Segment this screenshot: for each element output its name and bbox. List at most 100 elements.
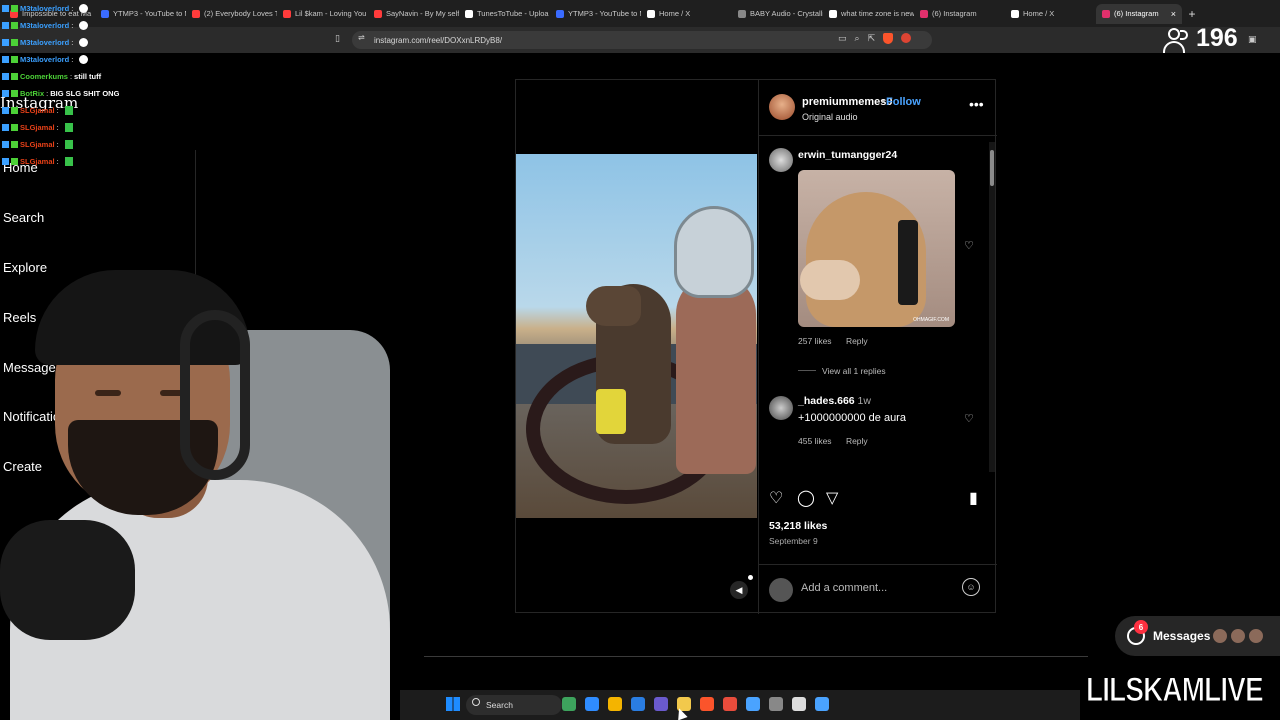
tab-label: YTMP3 - YouTube to M [568, 9, 641, 18]
chat-message: M3taloverlord : [2, 51, 192, 68]
comment-username[interactable]: _hades.666 [798, 395, 855, 407]
audio-label[interactable]: Original audio [802, 112, 858, 122]
chat-text: still tuff [74, 72, 102, 81]
chat-badge-icon [2, 73, 9, 80]
more-options-icon[interactable]: ••• [969, 96, 984, 112]
follow-button[interactable]: Follow [886, 96, 921, 108]
tab-label: BABY Audio - Crystalli [750, 9, 823, 18]
page-divider [424, 656, 1088, 657]
windows-taskbar: Search [400, 690, 1080, 720]
taskbar-app-icon[interactable] [631, 697, 645, 711]
site-settings-icon[interactable]: ⇌ [358, 33, 365, 42]
comment-like-heart-icon[interactable]: ♡ [964, 412, 974, 425]
taskbar-app-icon[interactable] [608, 697, 622, 711]
chat-badge-icon [2, 158, 9, 165]
comment-reply-button[interactable]: Reply [846, 336, 868, 346]
reel-video[interactable] [516, 154, 757, 518]
browser-tab[interactable]: YTMP3 - YouTube to M [550, 4, 641, 24]
browser-tab[interactable]: what time zone is new [823, 4, 914, 24]
comment-text: +1000000000 de aura [798, 412, 906, 424]
tab-label: SayNavin - By My self [386, 9, 459, 18]
zoom-icon[interactable]: ⌕ [855, 33, 860, 44]
comment-likes[interactable]: 257 likes [798, 336, 832, 346]
screen-icon[interactable]: ▭ [838, 33, 847, 44]
brave-shield-icon[interactable] [883, 33, 894, 44]
chat-badge-icon [11, 90, 18, 97]
taskbar-app-icon[interactable] [792, 697, 806, 711]
comment-username-line: _hades.666 1w [798, 395, 871, 407]
tab-favicon-icon [647, 9, 655, 18]
chat-badge-icon [11, 158, 18, 165]
windows-start-icon[interactable] [446, 697, 460, 711]
author-avatar[interactable] [769, 94, 795, 120]
chat-separator: : [56, 106, 59, 115]
chat-badge-icon [2, 141, 9, 148]
taskbar-app-icon[interactable] [769, 697, 783, 711]
browser-tab[interactable]: Lil $kam - Loving You [277, 4, 368, 24]
save-bookmark-icon[interactable]: ▮ [969, 488, 978, 508]
browser-tab[interactable]: (2) Everybody Loves T [186, 4, 277, 24]
comments-list[interactable]: erwin_tumangger24 OHMAGIF.COM ♡ 257 like… [759, 136, 997, 476]
sidebar-toggle-icon[interactable]: ▣ [1248, 34, 1257, 45]
chat-message: SLGjamal : [2, 153, 192, 170]
taskbar-app-icon[interactable] [700, 697, 714, 711]
taskbar-app-icon[interactable] [654, 697, 668, 711]
comments-scroll-thumb[interactable] [990, 150, 994, 186]
taskbar-app-icon[interactable] [746, 697, 760, 711]
comment-box: ☺ [759, 564, 997, 614]
taskbar-search[interactable]: Search [466, 695, 562, 715]
post-likes[interactable]: 53,218 likes [769, 520, 827, 532]
chat-username: SLGjamal [20, 157, 55, 166]
add-comment-input[interactable] [801, 582, 951, 594]
volume-icon[interactable]: ◀ [730, 581, 748, 599]
comments-scrollbar[interactable] [989, 142, 995, 472]
comment-meta: 455 likes Reply [798, 436, 880, 446]
chat-separator: : [56, 157, 59, 166]
taskbar-app-icon[interactable] [585, 697, 599, 711]
browser-tab[interactable]: (6) Instagram × [1096, 3, 1182, 24]
bookmark-icon[interactable]: ▯ [335, 33, 340, 44]
comment-likes[interactable]: 455 likes [798, 436, 832, 446]
browser-tab[interactable]: Home / X [1005, 4, 1096, 24]
emoji-icon[interactable]: ☺ [962, 578, 980, 596]
comment-icon[interactable]: ◯ [797, 488, 815, 508]
comment-avatar[interactable] [769, 396, 793, 420]
browser-tab[interactable]: TunesToTube - Uploa [459, 4, 550, 24]
browser-tab[interactable]: Home / X [641, 4, 732, 24]
messages-label: Messages [1153, 629, 1211, 643]
chat-message: SLGjamal : [2, 119, 192, 136]
taskbar-app-icon[interactable] [815, 697, 829, 711]
chat-message: M3taloverlord : [2, 17, 192, 34]
comment-avatar[interactable] [769, 148, 793, 172]
like-heart-icon[interactable]: ♡ [769, 488, 783, 508]
user-avatar [769, 578, 793, 602]
view-replies-button[interactable]: View all 1 replies [822, 366, 886, 376]
message-avatar [1248, 628, 1265, 644]
share-icon[interactable]: ⇱ [868, 33, 876, 44]
nav-item-search[interactable]: Search [3, 210, 44, 225]
stream-chat-overlay: M3taloverlord : M3taloverlord : M3talove… [2, 0, 192, 170]
brave-rewards-icon[interactable] [901, 33, 912, 43]
browser-tab[interactable]: SayNavin - By My self [368, 4, 459, 24]
chat-message: SLGjamal : [2, 136, 192, 153]
comment-username[interactable]: erwin_tumangger24 [798, 149, 897, 161]
comment-reply-button[interactable]: Reply [846, 436, 868, 446]
author-name[interactable]: premiummemes0 [802, 96, 893, 108]
address-tools: ▭ ⌕ ⇱ [838, 33, 912, 44]
taskbar-app-icon[interactable] [562, 697, 576, 711]
browser-tab[interactable]: BABY Audio - Crystalli [732, 4, 823, 24]
tab-favicon-icon [920, 9, 928, 18]
tab-favicon-icon [556, 9, 564, 18]
chat-separator: : [71, 55, 74, 64]
tab-label: what time zone is new [841, 9, 914, 18]
tab-favicon-icon [1102, 9, 1110, 18]
share-plane-icon[interactable]: ▽ [826, 488, 838, 508]
close-tab-icon[interactable]: × [1171, 9, 1176, 19]
comment-like-heart-icon[interactable]: ♡ [964, 239, 974, 252]
chat-emote-icon [64, 157, 73, 166]
chat-badge-icon [2, 107, 9, 114]
taskbar-app-icon[interactable] [723, 697, 737, 711]
new-tab-button[interactable]: + [1182, 7, 1202, 21]
chat-badge-icon [11, 124, 18, 131]
browser-tab[interactable]: (6) Instagram [914, 4, 1005, 24]
